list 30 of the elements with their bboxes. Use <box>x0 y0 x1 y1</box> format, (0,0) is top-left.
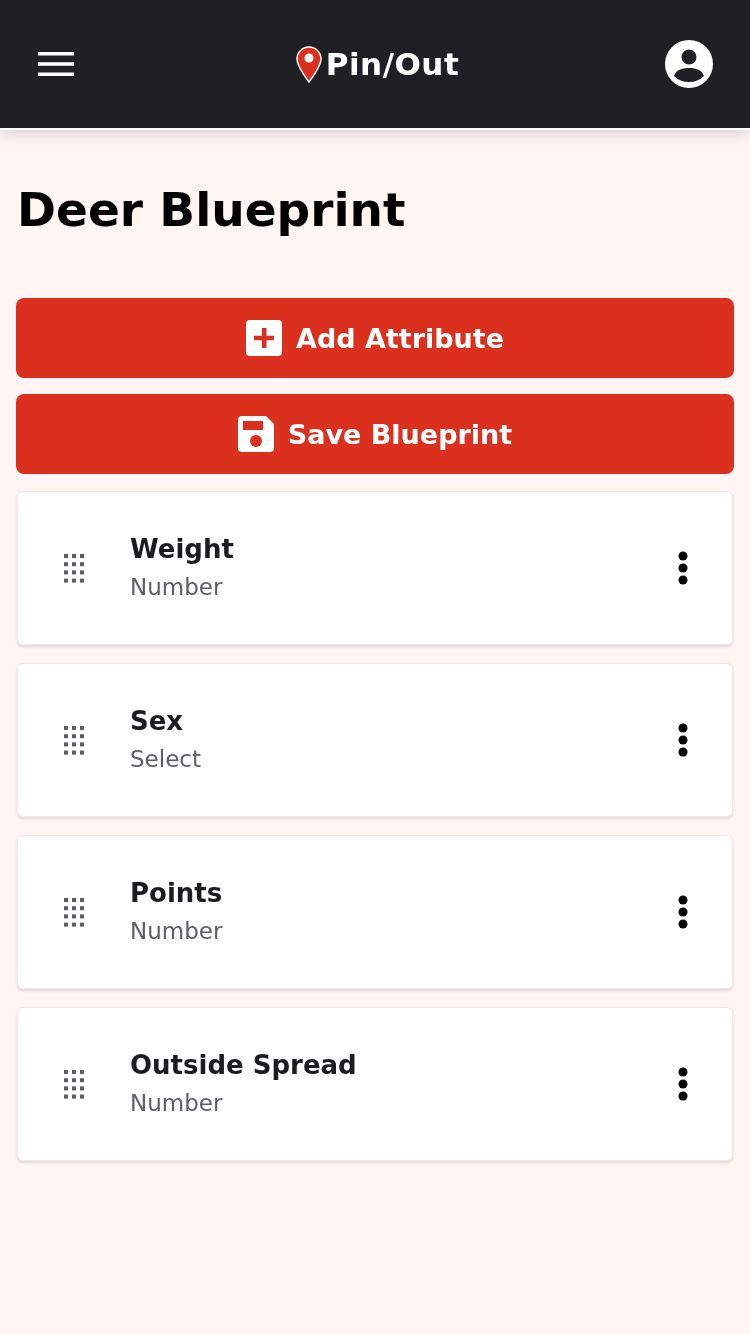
more-vertical-icon <box>678 723 688 757</box>
drag-handle-icon[interactable] <box>64 897 84 927</box>
more-vertical-icon <box>678 895 688 929</box>
more-options-button[interactable] <box>678 551 688 585</box>
attribute-type: Select <box>130 745 202 774</box>
attribute-type: Number <box>130 573 224 602</box>
page-title: Deer Blueprint <box>17 181 407 239</box>
drag-handle-icon[interactable] <box>64 725 84 755</box>
app-logo-text: Pin/Out <box>325 46 460 82</box>
drag-handle-icon[interactable] <box>64 553 84 583</box>
attribute-name: Weight <box>130 533 235 566</box>
user-avatar-icon <box>665 40 713 88</box>
more-vertical-icon <box>678 551 688 585</box>
add-attribute-button[interactable]: Add Attribute <box>16 298 734 378</box>
more-options-button[interactable] <box>678 895 688 929</box>
more-options-button[interactable] <box>678 1067 688 1101</box>
profile-button[interactable] <box>665 40 713 88</box>
attribute-name: Outside Spread <box>130 1049 358 1082</box>
menu-icon <box>38 52 74 76</box>
map-pin-icon <box>295 45 322 83</box>
menu-button[interactable] <box>38 52 74 76</box>
more-options-button[interactable] <box>678 723 688 757</box>
attribute-type: Number <box>130 1089 224 1118</box>
attribute-name: Sex <box>130 705 185 738</box>
plus-square-icon <box>246 320 282 356</box>
attribute-type: Number <box>130 917 224 946</box>
drag-handle-icon[interactable] <box>64 1069 84 1099</box>
more-vertical-icon <box>678 1067 688 1101</box>
attribute-name: Points <box>130 877 224 910</box>
save-blueprint-button[interactable]: Save Blueprint <box>16 394 734 474</box>
